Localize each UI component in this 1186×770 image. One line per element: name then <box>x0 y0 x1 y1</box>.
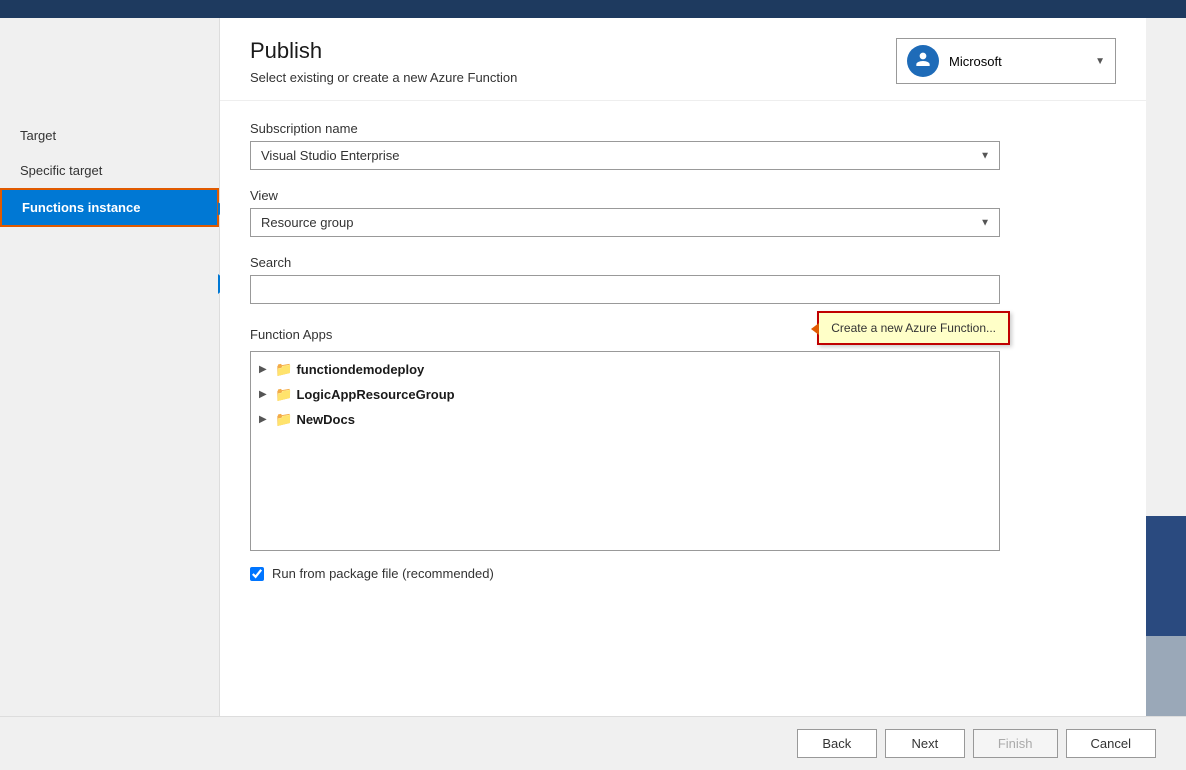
package-file-label: Run from package file (recommended) <box>272 566 494 581</box>
subscription-group: Subscription name Visual Studio Enterpri… <box>250 121 1116 170</box>
view-select[interactable]: Resource group <box>250 208 1000 237</box>
folder-icon: 📁 <box>275 386 292 403</box>
tree-label: functiondemodeploy <box>296 362 424 377</box>
form-section: Subscription name Visual Studio Enterpri… <box>220 101 1146 601</box>
header-left: Publish Select existing or create a new … <box>250 38 517 85</box>
tree-arrow: ▶ <box>259 364 271 375</box>
right-sidebar-top <box>1146 18 1186 516</box>
checkbox-row: Run from package file (recommended) <box>250 566 1000 581</box>
search-label: Search <box>250 255 1116 270</box>
tree-label: LogicAppResourceGroup <box>296 387 454 402</box>
tree-item-1[interactable]: ▶ 📁 LogicAppResourceGroup <box>251 382 999 407</box>
next-button[interactable]: Next <box>885 729 965 758</box>
search-input[interactable] <box>250 275 1000 304</box>
account-selector[interactable]: Microsoft ▼ <box>896 38 1116 84</box>
tree-arrow: ▶ <box>259 414 271 425</box>
subscription-label: Subscription name <box>250 121 1116 136</box>
back-button[interactable]: Back <box>797 729 877 758</box>
function-apps-list-container: ▶ 📁 functiondemodeploy ▶ 📁 LogicAppResou… <box>250 351 1000 551</box>
function-apps-list[interactable]: ▶ 📁 functiondemodeploy ▶ 📁 LogicAppResou… <box>250 351 1000 551</box>
view-label: View <box>250 188 1116 203</box>
header-section: Publish Select existing or create a new … <box>220 18 1146 101</box>
right-sidebar-mid <box>1146 516 1186 636</box>
folder-icon: 📁 <box>275 411 292 428</box>
right-sidebar <box>1146 18 1186 716</box>
search-group: Search <box>250 255 1116 304</box>
sidebar-item-functions-instance[interactable]: Functions instance <box>0 188 219 227</box>
account-name: Microsoft <box>949 54 1085 69</box>
folder-icon: 📁 <box>275 361 292 378</box>
subscription-select-wrapper: Visual Studio Enterprise <box>250 141 1000 170</box>
tree-item-2[interactable]: ▶ 📁 NewDocs <box>251 407 999 432</box>
create-function-tooltip: Create a new Azure Function... <box>817 311 1010 345</box>
package-file-checkbox[interactable] <box>250 567 264 581</box>
function-apps-section: Function Apps <box>250 322 1116 551</box>
sidebar: Target Specific target Functions instanc… <box>0 18 220 716</box>
sidebar-item-target[interactable]: Target <box>0 118 219 153</box>
sidebar-item-label: Functions instance <box>22 200 140 215</box>
account-dropdown-arrow: ▼ <box>1095 56 1105 67</box>
tree-item-0[interactable]: ▶ 📁 functiondemodeploy <box>251 357 999 382</box>
function-apps-label: Function Apps <box>250 327 332 342</box>
account-icon <box>907 45 939 77</box>
view-select-wrapper: Resource group <box>250 208 1000 237</box>
view-group: View Resource group <box>250 188 1116 237</box>
page-title: Publish <box>250 38 517 64</box>
page-subtitle: Select existing or create a new Azure Fu… <box>250 70 517 85</box>
tree-arrow: ▶ <box>259 389 271 400</box>
sidebar-item-specific-target[interactable]: Specific target <box>0 153 219 188</box>
tree-label: NewDocs <box>296 412 355 427</box>
subscription-select[interactable]: Visual Studio Enterprise <box>250 141 1000 170</box>
top-bar <box>0 0 1186 18</box>
finish-button[interactable]: Finish <box>973 729 1058 758</box>
sidebar-item-label: Specific target <box>20 163 102 178</box>
sidebar-item-label: Target <box>20 128 56 143</box>
cancel-button[interactable]: Cancel <box>1066 729 1156 758</box>
footer: Back Next Finish Cancel <box>0 716 1186 770</box>
right-sidebar-bot <box>1146 636 1186 716</box>
content-area: Publish Select existing or create a new … <box>220 18 1146 716</box>
